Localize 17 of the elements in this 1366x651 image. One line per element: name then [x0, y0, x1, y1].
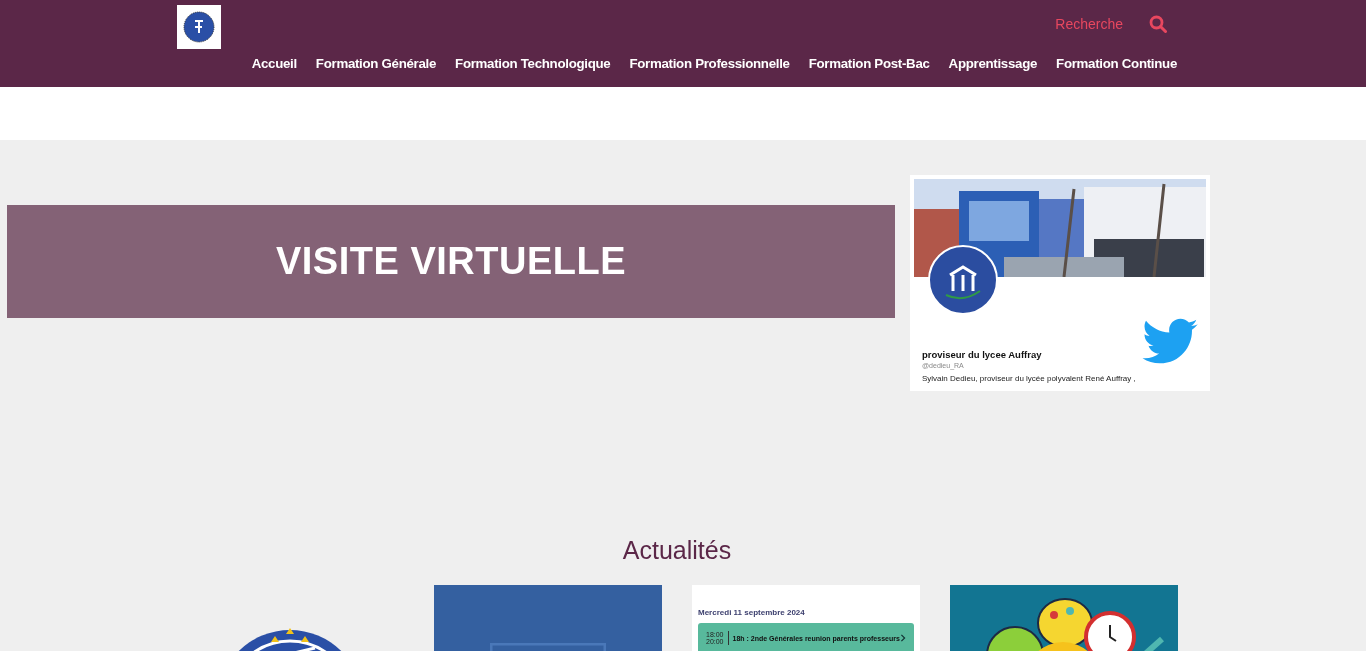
nav-link[interactable]: Formation Technologique [455, 56, 611, 71]
search-icon[interactable] [1149, 15, 1167, 33]
virtual-tour-banner[interactable]: VISITE VIRTUELLE [7, 205, 895, 318]
avatar [928, 245, 998, 315]
chevron-icon [900, 634, 906, 642]
calendar-date: Mercredi 11 septembre 2024 [698, 608, 806, 617]
banner-title: VISITE VIRTUELLE [275, 240, 626, 283]
nav-link[interactable]: Formation Professionnelle [629, 56, 790, 71]
section-title: Actualités [621, 535, 733, 566]
nav-link[interactable]: Accueil [251, 56, 297, 71]
account-name: proviseur du lycee Auffray [922, 349, 1043, 360]
nav-link[interactable]: Formation Post-Bac [808, 56, 930, 71]
nav-link[interactable]: Formation Générale [315, 56, 437, 71]
nav-link[interactable]: Apprentissage [948, 56, 1038, 71]
account-bio: Sylvain Dedieu, proviseur du lycée polyvalent René Auffray , [922, 374, 1136, 383]
school-logo[interactable] [177, 5, 221, 49]
nav-link[interactable]: Formation Continue [1056, 56, 1177, 71]
